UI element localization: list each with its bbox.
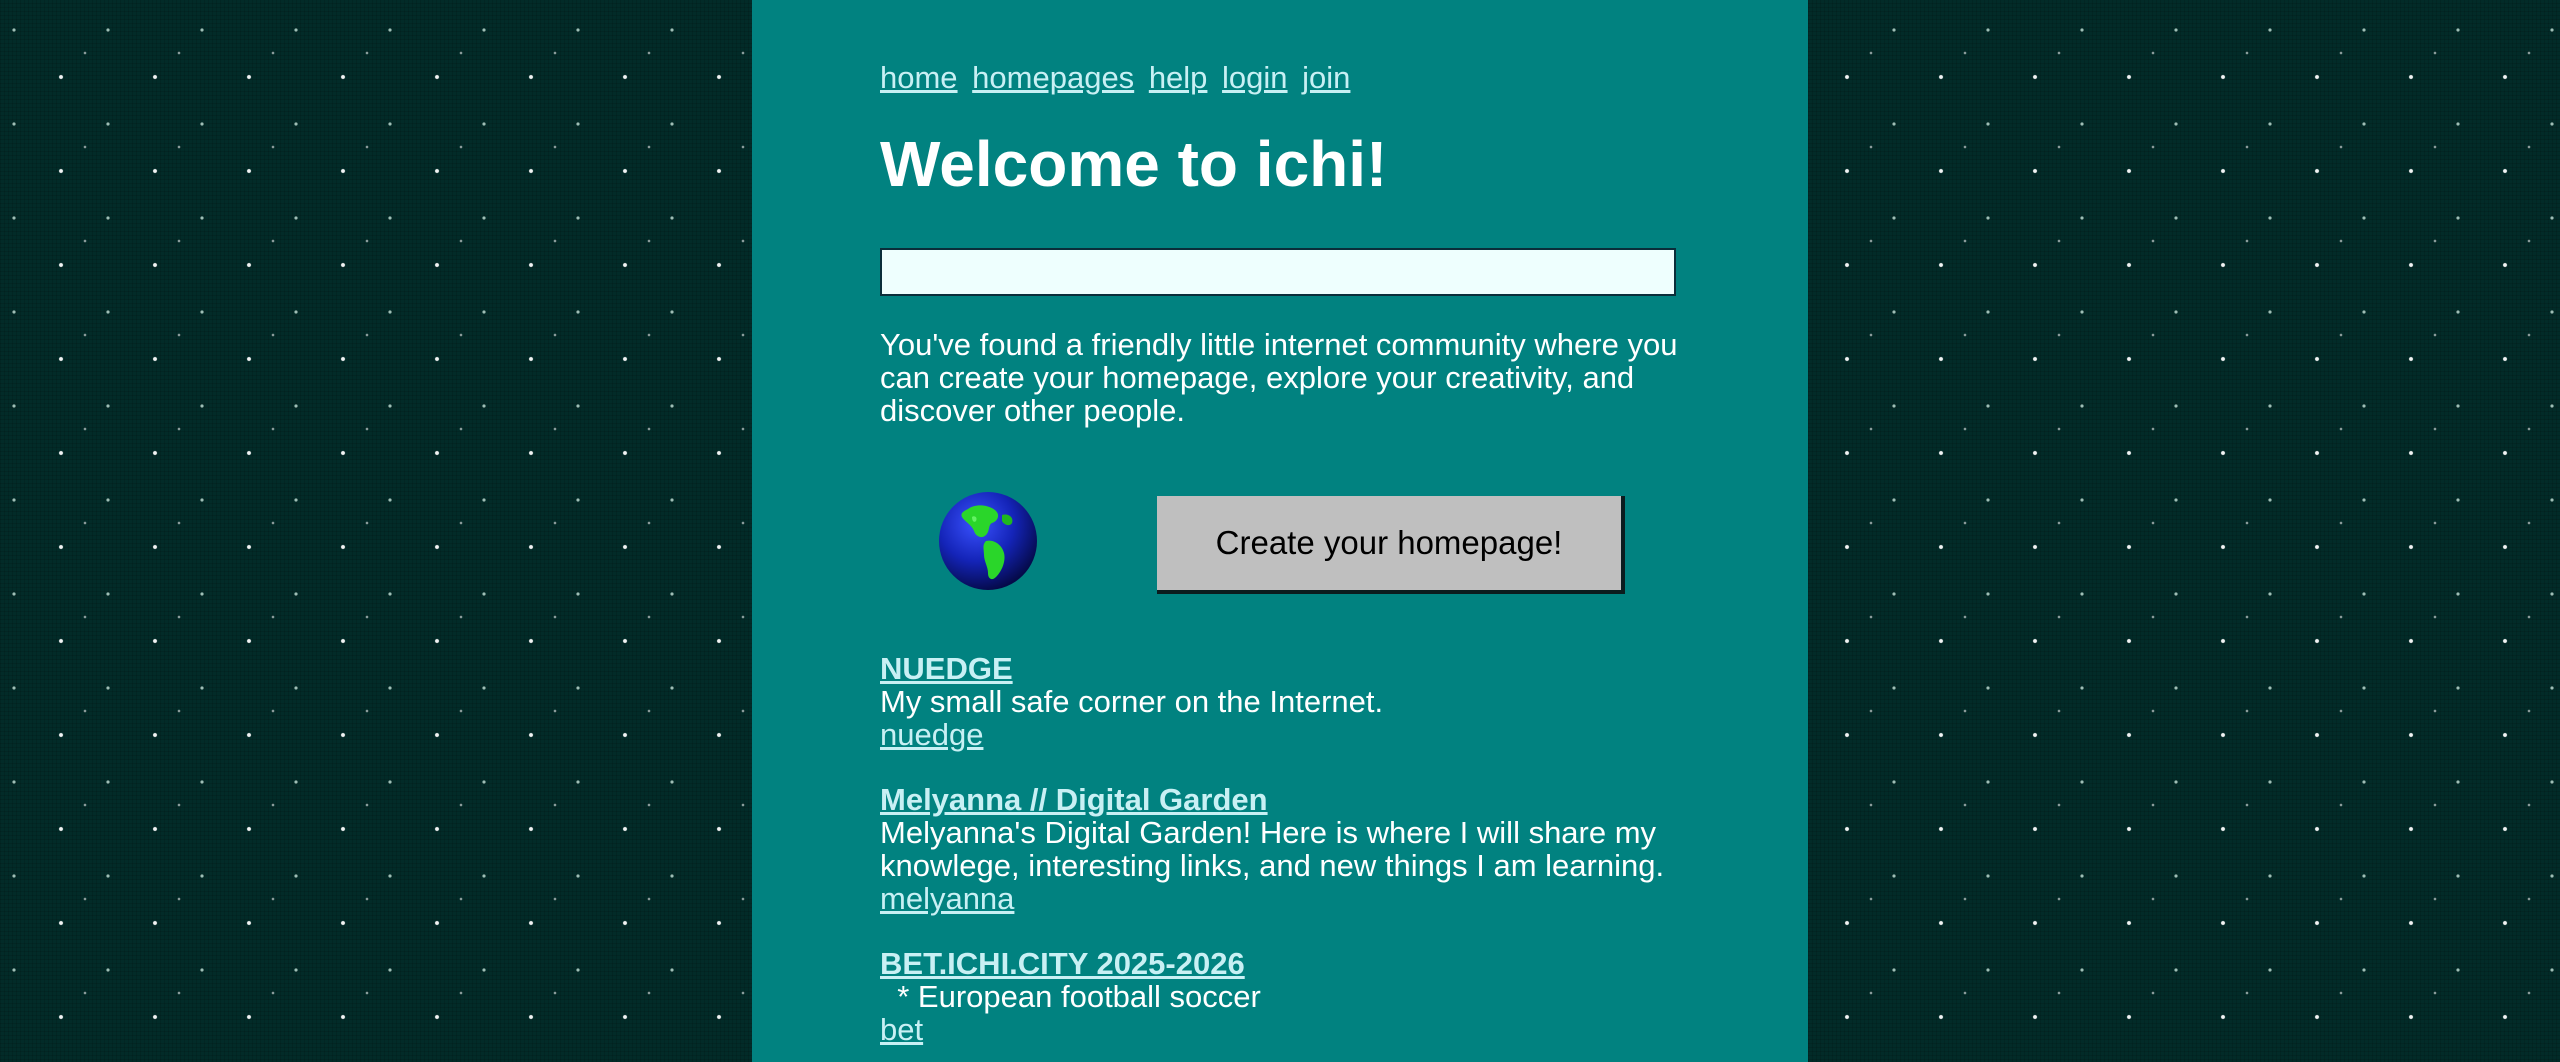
listing-user-link[interactable]: melyanna [880,882,1680,915]
listing-description: My small safe corner on the Internet. [880,684,1384,719]
listing-title-link[interactable]: NUEDGE [880,652,1680,685]
list-item: NUEDGE My small safe corner on the Inter… [880,652,1680,751]
list-item: BET.ICHI.CITY 2025-2026 * European footb… [880,947,1680,1046]
globe-icon [939,492,1037,590]
search-input[interactable] [880,248,1676,296]
listing-description: * European football soccer [880,979,1261,1014]
nav-link-join[interactable]: join [1302,60,1350,95]
list-item: Melyanna // Digital Garden Melyanna's Di… [880,783,1680,915]
nav-link-help[interactable]: help [1149,60,1208,95]
nav-link-home[interactable]: home [880,60,958,95]
listing-description: Melyanna's Digital Garden! Here is where… [880,815,1665,883]
main-column: home homepages help login join Welcome t… [752,0,1808,1062]
create-homepage-button[interactable]: Create your homepage! [1157,496,1625,594]
listing-user-link[interactable]: bet [880,1013,1680,1046]
listing-title-link[interactable]: Melyanna // Digital Garden [880,783,1680,816]
nav-link-login[interactable]: login [1222,60,1288,95]
content: home homepages help login join Welcome t… [880,58,1700,1046]
homepage-listings: NUEDGE My small safe corner on the Inter… [880,652,1680,1062]
listing-title-link[interactable]: BET.ICHI.CITY 2025-2026 [880,947,1680,980]
top-nav: home homepages help login join [880,58,1700,98]
page-title: Welcome to ichi! [880,128,1388,200]
listing-user-link[interactable]: nuedge [880,718,1680,751]
nav-link-homepages[interactable]: homepages [972,60,1134,95]
intro-text: You've found a friendly little internet … [880,327,1678,428]
